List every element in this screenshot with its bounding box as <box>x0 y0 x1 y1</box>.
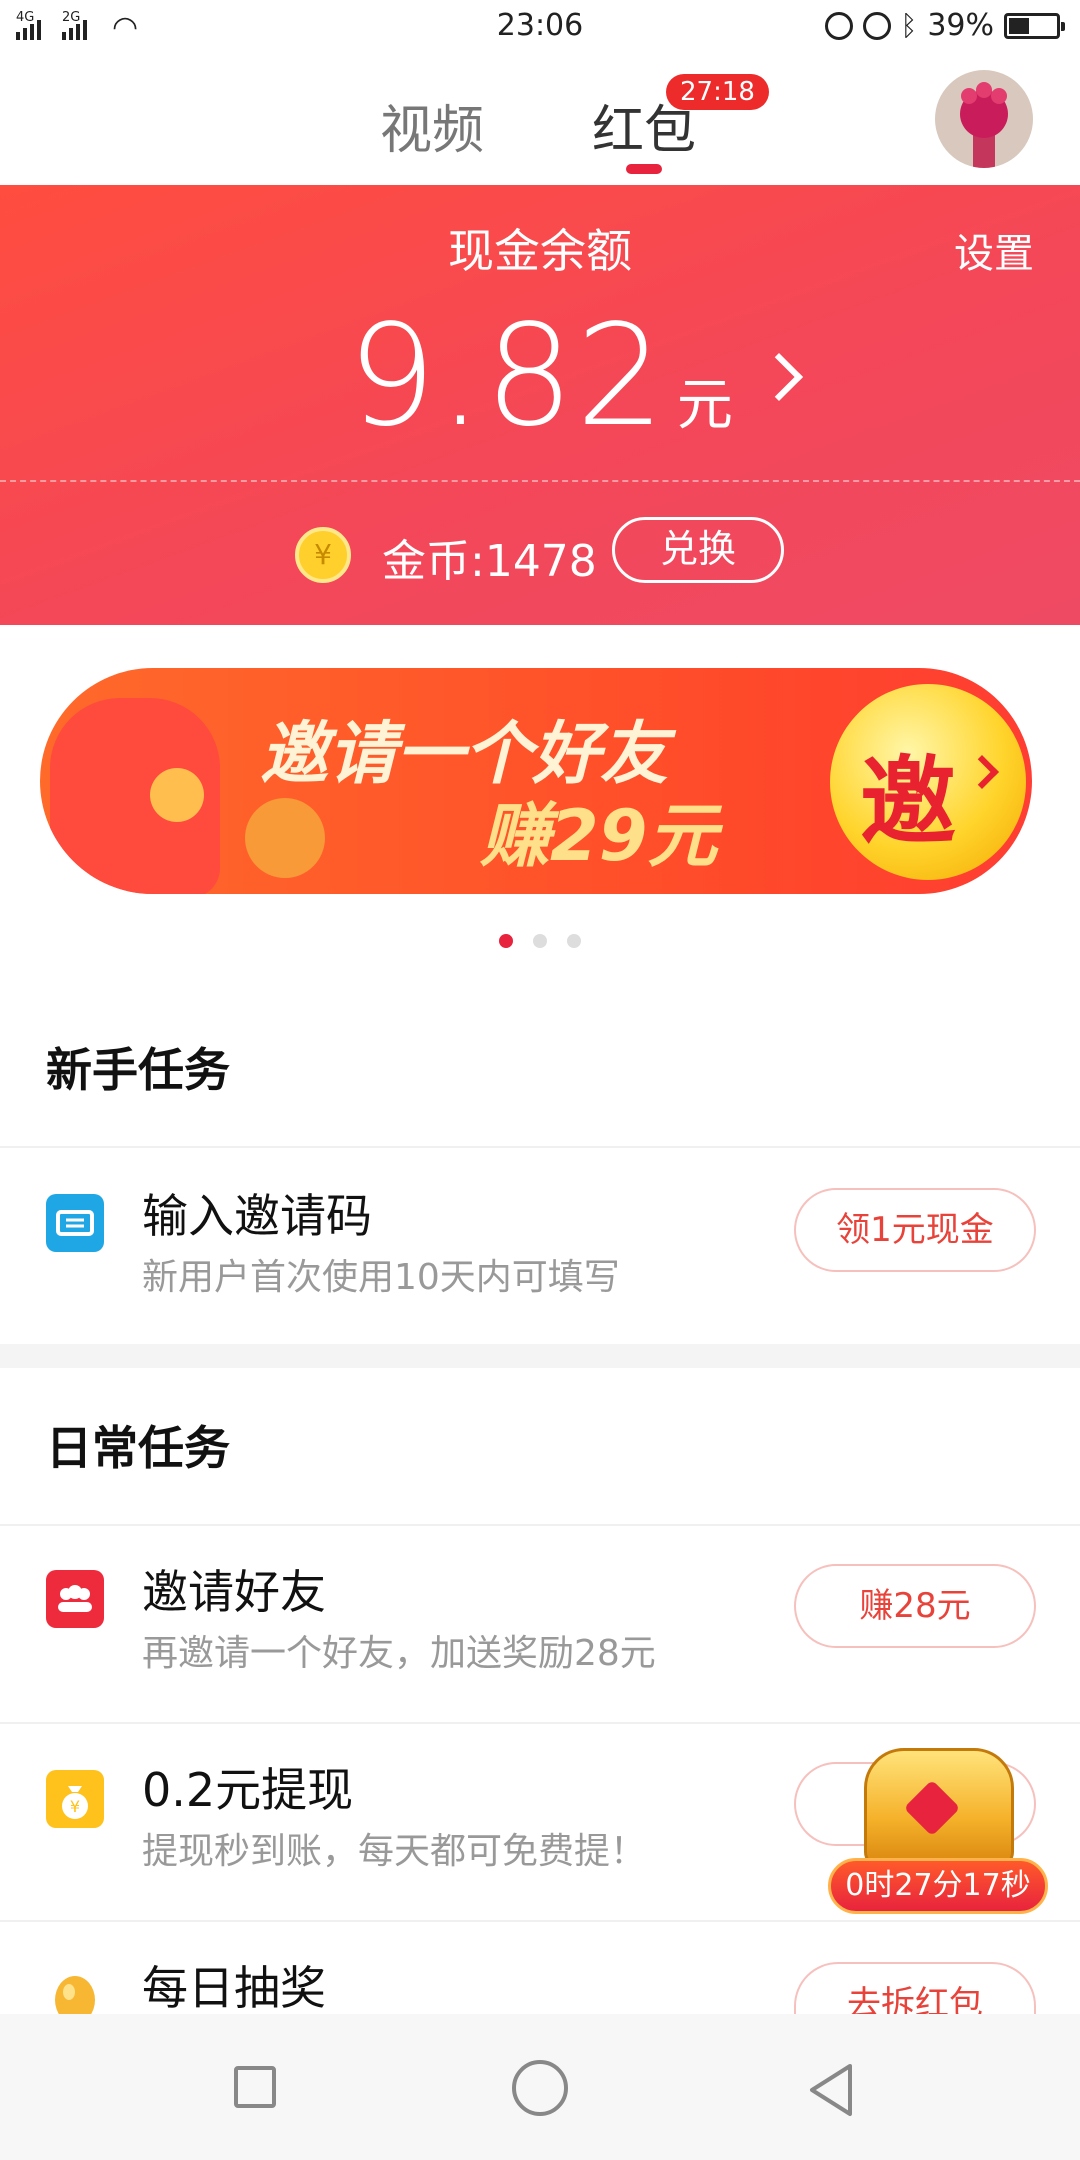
exchange-button[interactable]: 兑换 <box>612 517 784 583</box>
coin-icon: ¥ <box>295 527 351 583</box>
bluetooth-icon: ᛒ <box>900 9 918 42</box>
invite-cta-text: 邀 <box>860 746 956 858</box>
task-subtitle: 提现秒到账，每天都可免费提！ <box>142 1831 647 1872</box>
balance-amount[interactable]: 9.82 元 <box>0 295 1080 458</box>
invite-cta[interactable]: 邀 <box>830 684 1026 880</box>
task-title: 每日抽奖 <box>142 1961 326 2015</box>
divider <box>0 1146 1080 1148</box>
newbie-tasks-title: 新手任务 <box>46 1043 230 1097</box>
divider <box>0 1524 1080 1526</box>
settings-link[interactable]: 设置 <box>954 221 1034 279</box>
timer-badge: 27:18 <box>666 74 769 110</box>
carousel-dot[interactable] <box>499 934 513 948</box>
divider <box>0 1920 1080 1922</box>
task-title: 0.2元提现 <box>142 1763 354 1817</box>
avatar[interactable] <box>935 70 1033 168</box>
lottery-button[interactable]: 去拆红包 <box>794 1962 1036 2014</box>
task-subtitle: 新用户首次使用10天内可填写 <box>142 1257 620 1298</box>
banner-line2: 赚29元 <box>480 795 718 877</box>
divider <box>0 1722 1080 1724</box>
system-nav-bar <box>0 2014 1080 2160</box>
balance-unit: 元 <box>676 373 733 438</box>
battery-percent: 39% <box>927 8 994 43</box>
treasure-chest-icon[interactable] <box>842 1728 1032 1878</box>
carousel-dot[interactable] <box>533 934 547 948</box>
claim-cash-button[interactable]: 领1元现金 <box>794 1188 1036 1272</box>
gold-coin-icon <box>245 798 325 878</box>
task-title: 输入邀请码 <box>142 1189 372 1243</box>
tab-video[interactable]: 视频 <box>380 88 484 163</box>
invite-earn-button[interactable]: 赚28元 <box>794 1564 1036 1648</box>
money-bag-icon: ¥ <box>46 1770 104 1828</box>
users-icon <box>46 1570 104 1628</box>
carousel-dots <box>0 934 1080 948</box>
home-icon[interactable] <box>512 2060 568 2116</box>
task-subtitle: 再邀请一个好友，加送奖励28元 <box>142 1633 656 1674</box>
envelope-clasp-icon <box>150 768 204 822</box>
section-gap <box>0 1344 1080 1368</box>
balance-panel: 现金余额 设置 9.82 元 ¥ 金币:1478 兑换 <box>0 185 1080 625</box>
treasure-timer[interactable]: 0时27分17秒 <box>828 1858 1048 1914</box>
status-bar: 4G 2G ◠ 23:06 ᛒ 39% <box>0 0 1080 56</box>
task-title: 邀请好友 <box>142 1565 326 1619</box>
recents-icon[interactable] <box>234 2066 276 2108</box>
alarm-icon <box>862 11 891 40</box>
coins-label: 金币:1478 <box>382 536 597 587</box>
carousel-dot[interactable] <box>567 934 581 948</box>
chevron-right-icon <box>965 755 999 789</box>
svg-text:¥: ¥ <box>70 1797 80 1816</box>
ticket-icon <box>46 1194 104 1252</box>
daily-tasks-title: 日常任务 <box>46 1421 230 1475</box>
lock-rotation-icon <box>824 11 853 40</box>
balance-value: 9.82 <box>347 295 667 458</box>
active-tab-indicator <box>626 164 662 174</box>
battery-icon <box>1004 12 1065 39</box>
dashed-divider <box>0 480 1080 482</box>
invite-banner[interactable]: 邀请一个好友 赚29元 邀 <box>40 668 1032 894</box>
balance-title: 现金余额 <box>448 224 632 278</box>
